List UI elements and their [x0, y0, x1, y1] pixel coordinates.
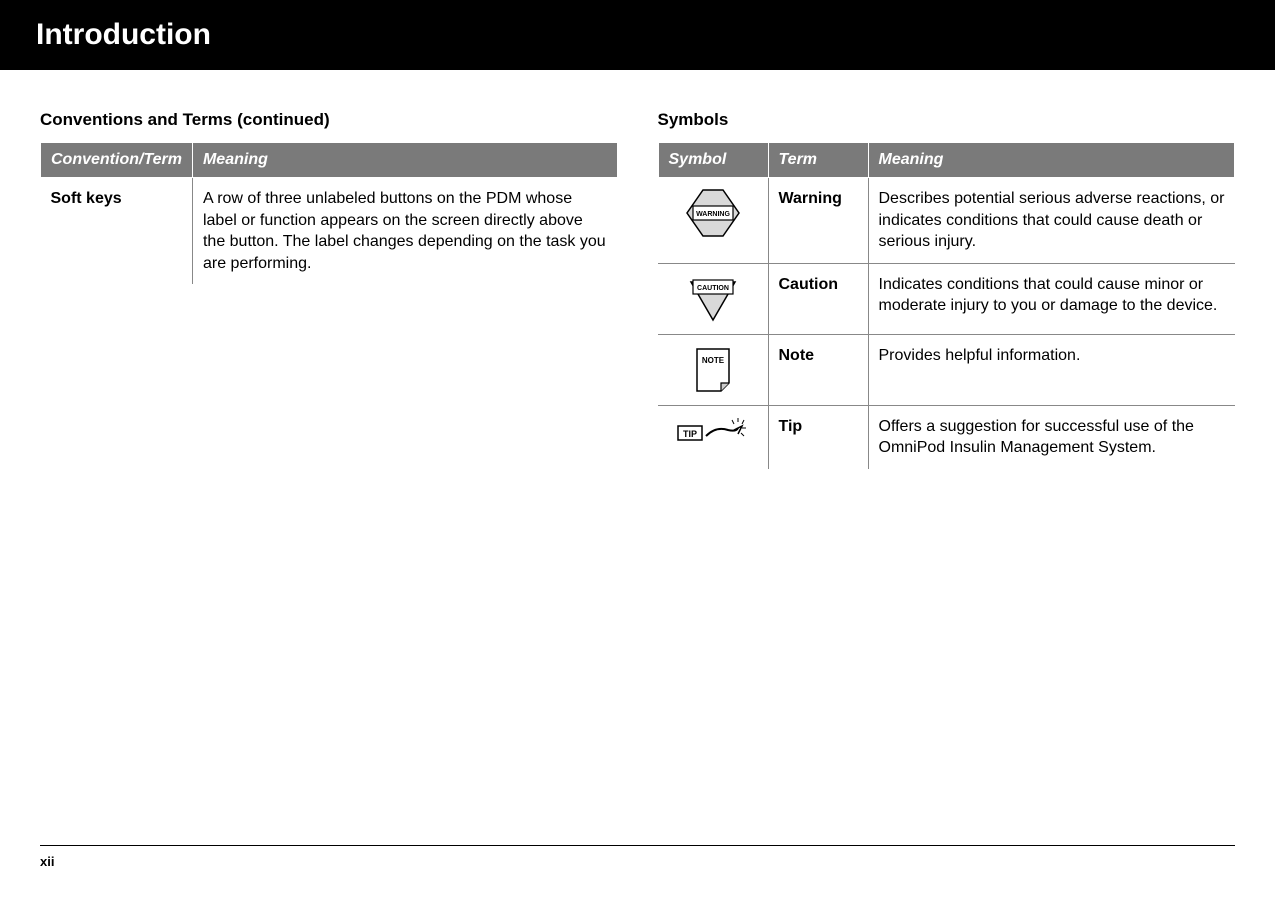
term-cell: Note	[768, 334, 868, 405]
symbol-cell: WARNING	[658, 178, 768, 264]
footer: xii	[40, 845, 1235, 869]
caution-icon-label: CAUTION	[697, 285, 729, 292]
th-term: Term	[768, 143, 868, 178]
term-cell: Tip	[768, 405, 868, 469]
th-symbol: Symbol	[658, 143, 768, 178]
warning-icon-label: WARNING	[696, 211, 730, 218]
meaning-cell: Offers a suggestion for successful use o…	[868, 405, 1235, 469]
term-cell: Soft keys	[41, 178, 193, 285]
symbol-cell: CAUTION	[658, 263, 768, 334]
tip-icon-label: TIP	[683, 429, 697, 439]
th-meaning: Meaning	[192, 143, 617, 178]
conventions-heading: Conventions and Terms (continued)	[40, 110, 618, 130]
table-row: NOTE Note Provides helpful information.	[658, 334, 1235, 405]
term-cell: Caution	[768, 263, 868, 334]
tip-icon: TIP	[676, 416, 750, 450]
content-area: Conventions and Terms (continued) Conven…	[0, 70, 1275, 469]
meaning-cell: A row of three unlabeled buttons on the …	[192, 178, 617, 285]
note-icon-label: NOTE	[702, 356, 725, 365]
th-convention-term: Convention/Term	[41, 143, 193, 178]
table-row: CAUTION Caution Indicates conditions tha…	[658, 263, 1235, 334]
meaning-cell: Provides helpful information.	[868, 334, 1235, 405]
page-title: Introduction	[36, 18, 1275, 52]
note-icon: NOTE	[691, 345, 735, 395]
symbol-cell: TIP	[658, 405, 768, 469]
caution-icon: CAUTION	[685, 274, 741, 324]
term-cell: Warning	[768, 178, 868, 264]
meaning-cell: Describes potential serious adverse reac…	[868, 178, 1235, 264]
left-column: Conventions and Terms (continued) Conven…	[40, 110, 618, 469]
table-row: TIP Tip Offers a suggestion for successf…	[658, 405, 1235, 469]
page-number: xii	[40, 854, 54, 869]
conventions-table: Convention/Term Meaning Soft keys A row …	[40, 142, 618, 284]
symbol-cell: NOTE	[658, 334, 768, 405]
table-row: Soft keys A row of three unlabeled butto…	[41, 178, 618, 285]
warning-icon: WARNING	[685, 188, 741, 238]
symbols-table: Symbol Term Meaning WARNING Warning	[658, 142, 1236, 469]
th-meaning: Meaning	[868, 143, 1235, 178]
right-column: Symbols Symbol Term Meaning WARNING	[658, 110, 1236, 469]
symbols-heading: Symbols	[658, 110, 1236, 130]
meaning-cell: Indicates conditions that could cause mi…	[868, 263, 1235, 334]
table-row: WARNING Warning Describes potential seri…	[658, 178, 1235, 264]
header-band: Introduction	[0, 0, 1275, 70]
